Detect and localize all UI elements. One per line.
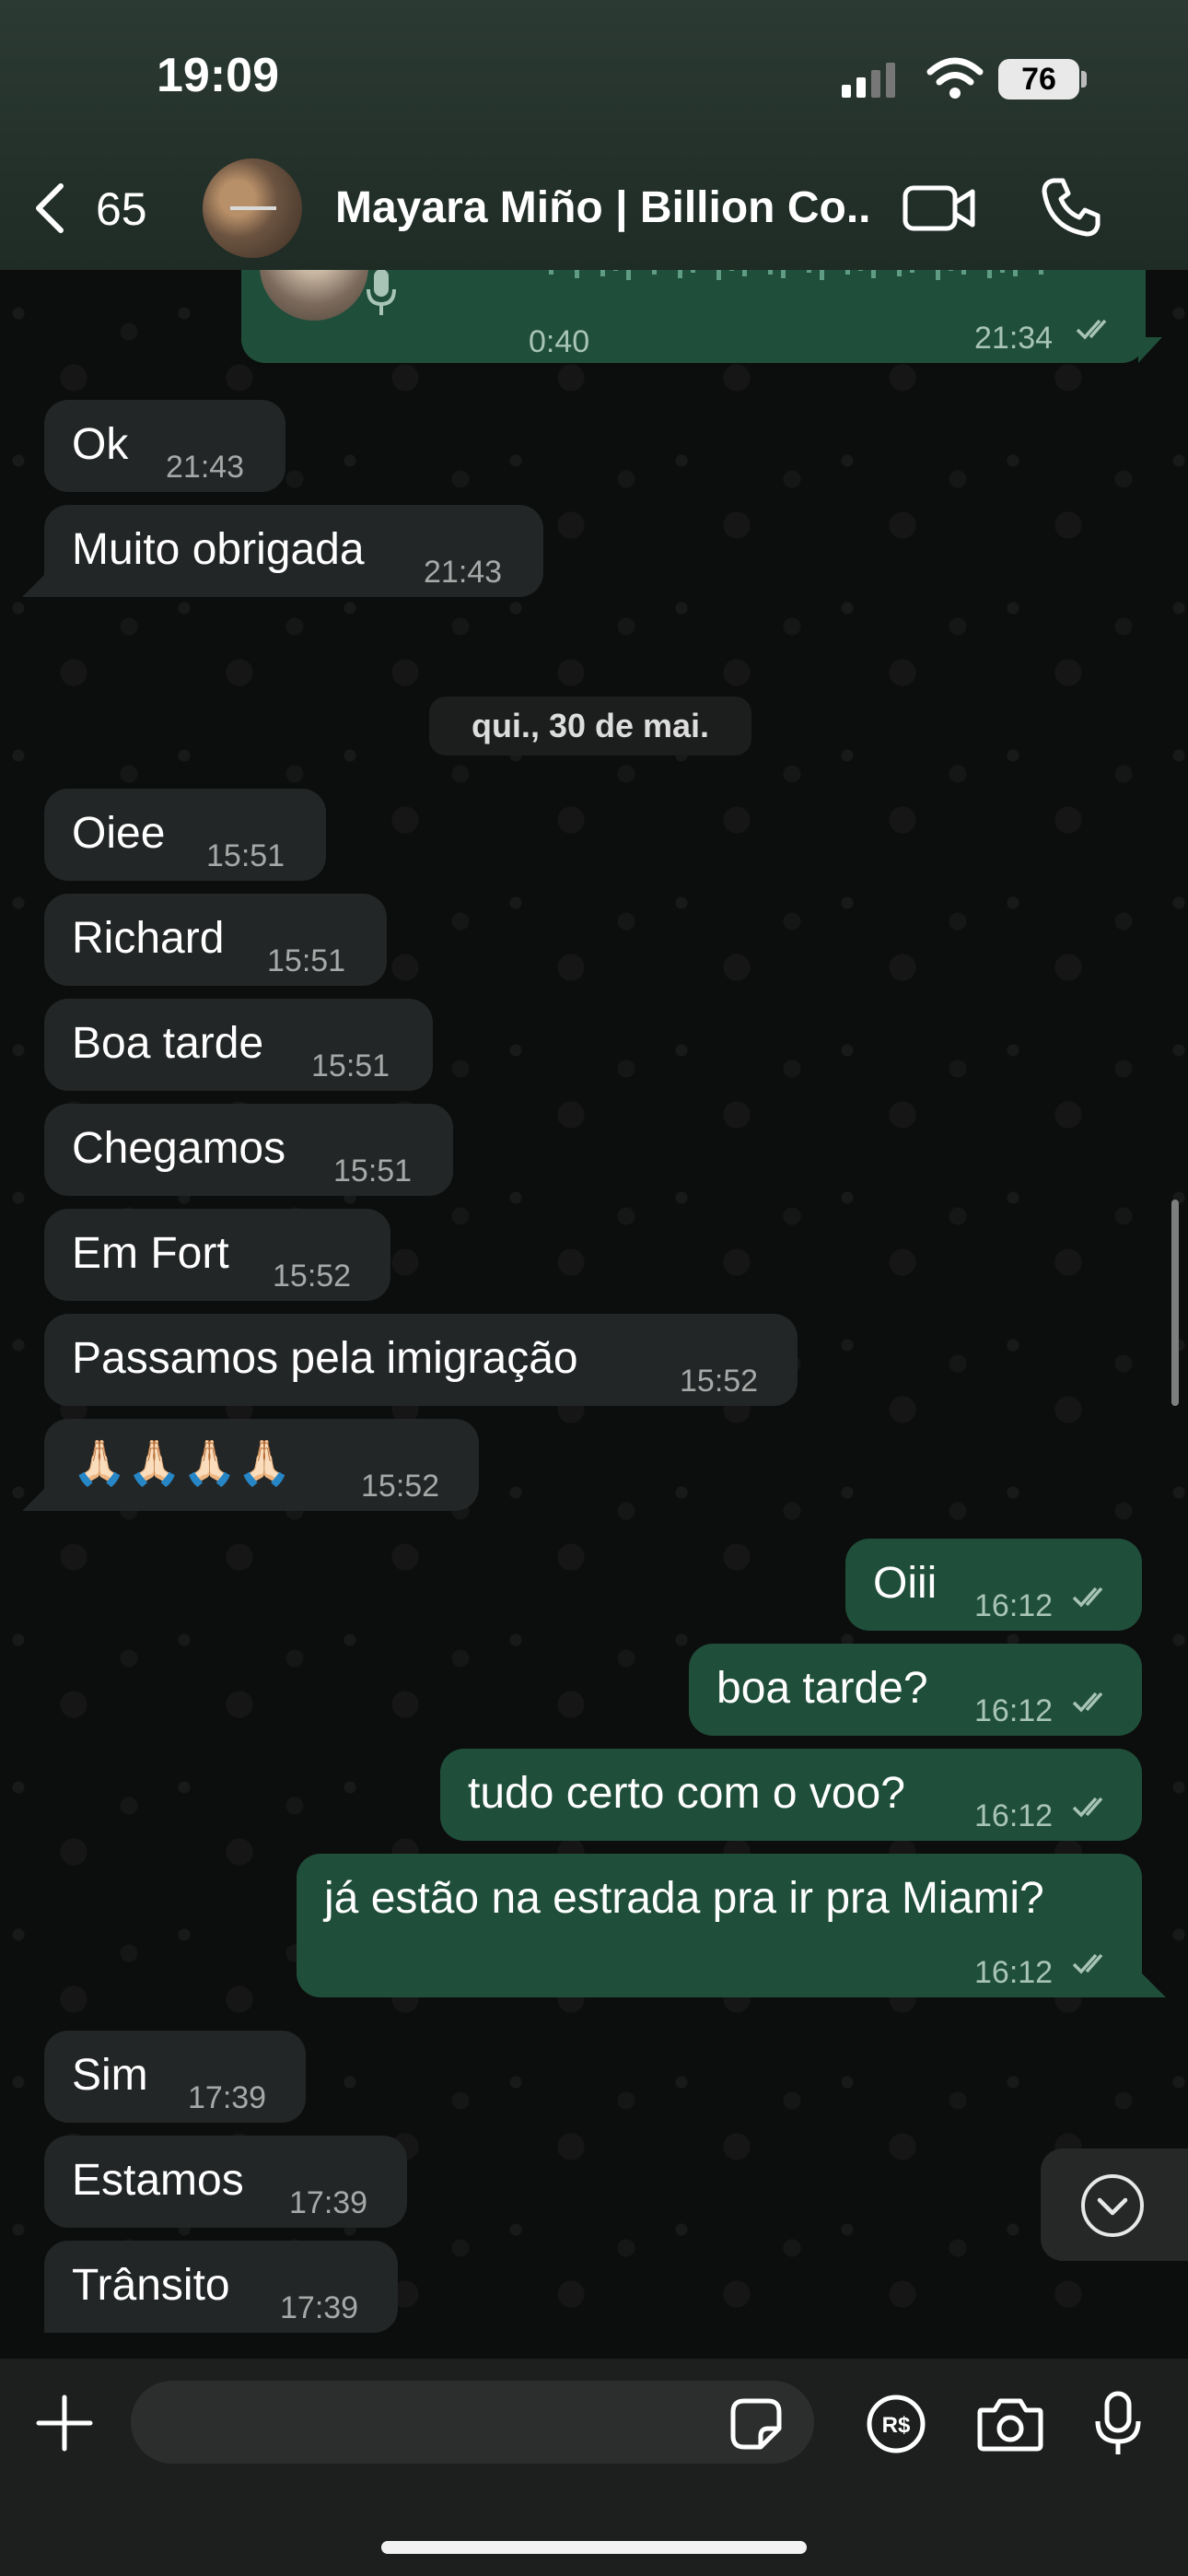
message-time: 21:43	[424, 555, 503, 590]
message-text: Oiee	[72, 809, 166, 858]
incoming-message[interactable]: Em Fort 15:52	[44, 1209, 390, 1301]
message-text: Estamos	[72, 2156, 244, 2205]
payment-real-icon[interactable]: R$	[866, 2394, 926, 2454]
message-time: 17:39	[188, 2080, 267, 2115]
message-list[interactable]: 0:40 21:34 Ok 21:43 Muito obrigada 21:43…	[0, 0, 1188, 2576]
message-time: 15:52	[273, 1259, 352, 1294]
read-receipt-icon	[1072, 1692, 1103, 1713]
bubble-tail	[1142, 1973, 1166, 1997]
message-time: 17:39	[280, 2290, 359, 2325]
contact-avatar[interactable]	[203, 158, 302, 258]
back-chevron-icon[interactable]	[31, 181, 68, 236]
incoming-message[interactable]: Oiee 15:51	[44, 789, 326, 881]
message-text: Richard	[72, 914, 225, 963]
incoming-message[interactable]: Sim 17:39	[44, 2031, 306, 2123]
message-text: boa tarde?	[716, 1664, 928, 1713]
read-receipt-icon	[1072, 1953, 1103, 1974]
video-call-icon[interactable]	[903, 181, 976, 236]
message-text: tudo certo com o voo?	[468, 1769, 905, 1818]
message-text: Boa tarde	[72, 1019, 264, 1068]
message-time: 15:51	[267, 943, 346, 978]
scrollbar-thumb[interactable]	[1171, 1200, 1179, 1406]
message-time: 16:12	[974, 1955, 1054, 1990]
bubble-tail	[22, 573, 46, 597]
incoming-message[interactable]: Muito obrigada 21:43	[44, 505, 543, 597]
message-text: Sim	[72, 2051, 148, 2100]
cellular-signal-icon	[842, 63, 895, 98]
message-time: 21:43	[166, 450, 245, 485]
message-text: Oiii	[873, 1559, 938, 1608]
scroll-to-bottom-button[interactable]	[1041, 2149, 1188, 2261]
sticker-icon[interactable]	[729, 2397, 783, 2451]
incoming-message[interactable]: Richard 15:51	[44, 894, 387, 986]
microphone-icon	[367, 269, 396, 315]
read-receipt-icon	[1072, 1797, 1103, 1818]
incoming-message[interactable]: Estamos 17:39	[44, 2136, 407, 2228]
incoming-message[interactable]: Chegamos 15:51	[44, 1104, 453, 1196]
voice-message-time: 21:34	[974, 321, 1054, 356]
svg-text:R$: R$	[882, 2413, 911, 2438]
outgoing-message[interactable]: já estão na estrada pra ir pra Miami? 16…	[297, 1854, 1142, 1997]
message-time: 16:12	[974, 1798, 1054, 1833]
outgoing-message[interactable]: tudo certo com o voo? 16:12	[440, 1749, 1142, 1841]
message-text: Em Fort	[72, 1229, 229, 1278]
incoming-message[interactable]: Passamos pela imigração 15:52	[44, 1314, 798, 1406]
incoming-message[interactable]: Ok 21:43	[44, 400, 285, 492]
chevron-down-circle-icon	[1081, 2174, 1144, 2237]
message-time: 15:52	[680, 1364, 759, 1399]
voice-duration: 0:40	[529, 324, 590, 359]
battery-cap	[1081, 71, 1087, 88]
message-time: 16:12	[974, 1693, 1054, 1728]
bubble-tail	[1138, 337, 1162, 363]
outgoing-message[interactable]: boa tarde? 16:12	[689, 1644, 1142, 1736]
home-indicator[interactable]	[381, 2541, 807, 2554]
message-text: Trânsito	[72, 2261, 230, 2310]
message-text: já estão na estrada pra ir pra Miami?	[324, 1874, 1044, 1923]
bubble-tail	[22, 1487, 46, 1511]
outgoing-message[interactable]: Oiii 16:12	[845, 1539, 1142, 1631]
message-text: Passamos pela imigração	[72, 1334, 578, 1383]
microphone-icon[interactable]	[1092, 2390, 1144, 2458]
camera-icon[interactable]	[976, 2395, 1044, 2453]
message-text: Muito obrigada	[72, 525, 365, 574]
message-input[interactable]	[131, 2381, 814, 2464]
wifi-icon	[926, 57, 984, 99]
message-time: 15:52	[361, 1469, 440, 1504]
back-unread-count[interactable]: 65	[96, 182, 147, 236]
chat-header: 19:09 76 65 Mayara Miño | Billion Co...	[0, 0, 1188, 270]
message-time: 17:39	[289, 2185, 368, 2220]
date-separator: qui., 30 de mai.	[429, 697, 751, 755]
incoming-message[interactable]: Trânsito 17:39	[44, 2241, 398, 2333]
battery-indicator: 76	[998, 59, 1079, 100]
contact-name[interactable]: Mayara Miño | Billion Co...	[335, 182, 869, 233]
message-text: 🙏🏻🙏🏻🙏🏻🙏🏻	[72, 1439, 293, 1488]
status-time: 19:09	[157, 49, 279, 102]
message-time: 15:51	[311, 1048, 390, 1083]
incoming-message[interactable]: 🙏🏻🙏🏻🙏🏻🙏🏻 15:52	[44, 1419, 479, 1511]
message-time: 15:51	[333, 1153, 413, 1188]
read-receipt-icon	[1072, 1587, 1103, 1608]
message-text: Chegamos	[72, 1124, 286, 1173]
voice-call-icon[interactable]	[1041, 177, 1101, 238]
incoming-message[interactable]: Boa tarde 15:51	[44, 999, 433, 1091]
message-text: Ok	[72, 420, 129, 469]
plus-icon[interactable]	[35, 2394, 94, 2453]
read-receipt-icon	[1076, 319, 1107, 340]
message-time: 16:12	[974, 1588, 1054, 1623]
message-time: 15:51	[206, 838, 285, 873]
